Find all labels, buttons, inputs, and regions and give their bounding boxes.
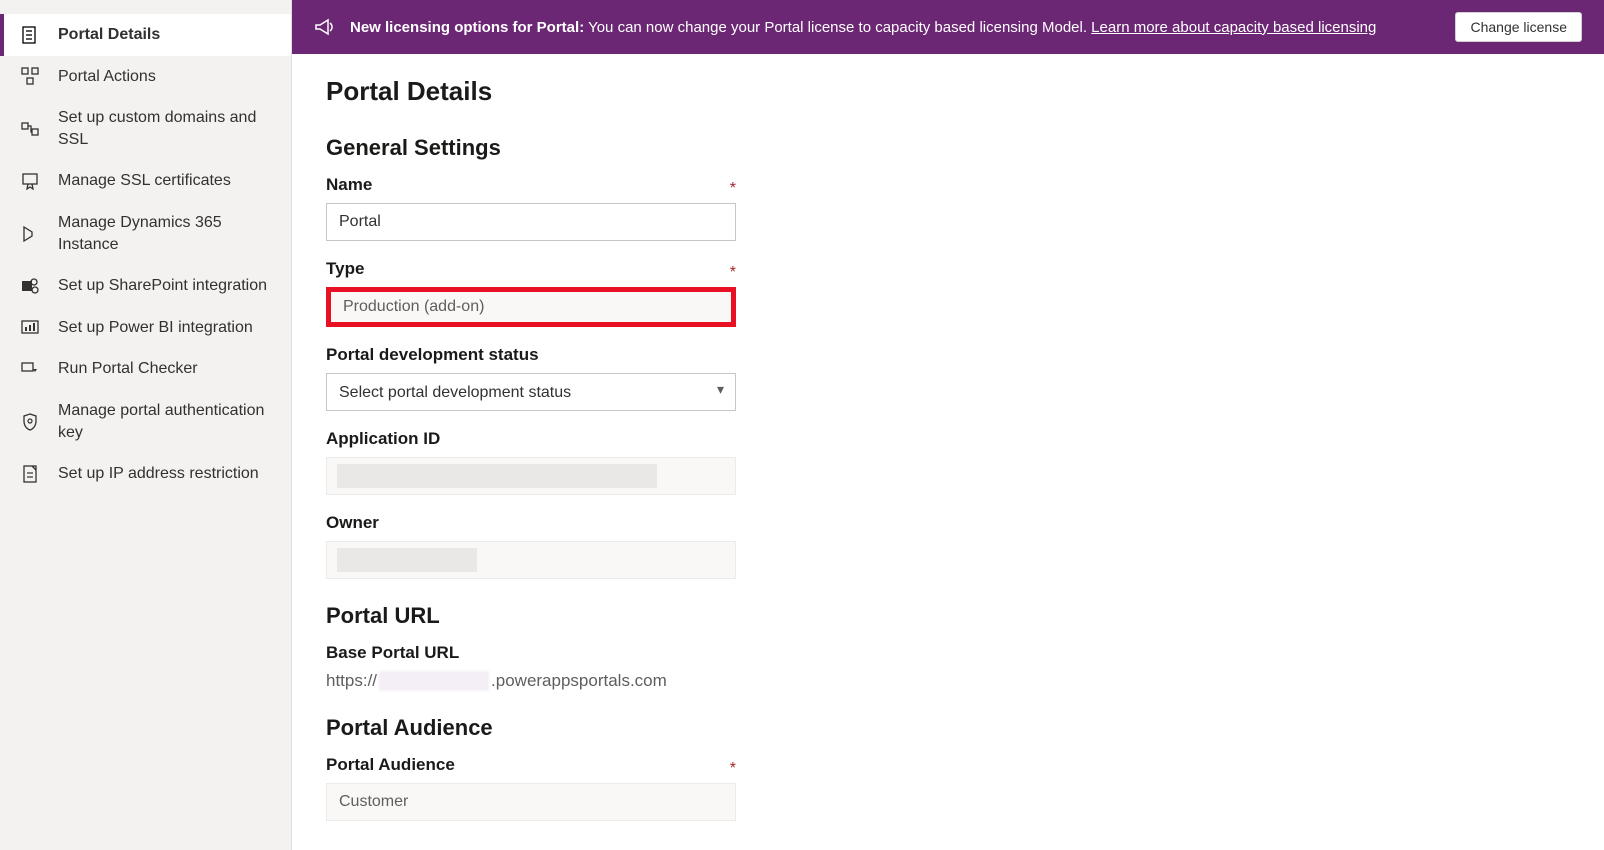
audience-value: Customer [339, 793, 408, 811]
shield-icon [20, 412, 40, 432]
sidebar-item-label: Run Portal Checker [58, 358, 198, 380]
sidebar-item-sharepoint[interactable]: Set up SharePoint integration [0, 265, 291, 307]
field-baseurl: Base Portal URL https:// .powerappsportal… [326, 643, 1570, 691]
required-asterisk: * [730, 180, 736, 198]
banner-message: New licensing options for Portal: You ca… [350, 19, 1439, 36]
sidebar-item-label: Set up custom domains and SSL [58, 107, 277, 150]
dev-status-label: Portal development status [326, 345, 1570, 365]
sidebar-item-ip-restriction[interactable]: Set up IP address restriction [0, 453, 291, 495]
appid-label: Application ID [326, 429, 1570, 449]
type-value-box: Production (add-on) [326, 287, 736, 327]
banner-text: You can now change your Portal license t… [584, 19, 1091, 36]
field-name: Name * [326, 175, 1570, 241]
sidebar-item-dynamics-instance[interactable]: Manage Dynamics 365 Instance [0, 202, 291, 265]
sidebar-item-label: Portal Details [58, 24, 160, 46]
sidebar-item-label: Portal Actions [58, 66, 156, 88]
baseurl-label: Base Portal URL [326, 643, 1570, 663]
sidebar-item-portal-details[interactable]: Portal Details [0, 14, 291, 56]
sidebar-item-powerbi[interactable]: Set up Power BI integration [0, 307, 291, 349]
name-input[interactable] [326, 203, 736, 241]
name-label: Name [326, 175, 372, 195]
audience-value-box: Customer [326, 783, 736, 821]
domains-icon [20, 119, 40, 139]
required-asterisk: * [730, 760, 736, 778]
owner-label: Owner [326, 513, 1570, 533]
sidebar-item-label: Manage Dynamics 365 Instance [58, 212, 277, 255]
type-value: Production (add-on) [343, 298, 484, 316]
sidebar-item-label: Set up Power BI integration [58, 317, 253, 339]
banner-prefix: New licensing options for Portal: [350, 19, 584, 36]
baseurl-prefix: https:// [326, 671, 377, 691]
document-icon [20, 25, 40, 45]
field-audience: Portal Audience * Customer [326, 755, 1570, 821]
checker-icon [20, 359, 40, 379]
license-banner: New licensing options for Portal: You ca… [292, 0, 1604, 54]
sharepoint-icon [20, 276, 40, 296]
sidebar-item-ssl-certs[interactable]: Manage SSL certificates [0, 160, 291, 202]
sidebar-item-portal-actions[interactable]: Portal Actions [0, 56, 291, 98]
actions-icon [20, 66, 40, 86]
field-type: Type * Production (add-on) [326, 259, 1570, 327]
baseurl-redacted [379, 671, 489, 691]
content-scroll[interactable]: Portal Details General Settings Name * Ty… [292, 54, 1604, 850]
dynamics-icon [20, 224, 40, 244]
section-portal-url: Portal URL [326, 603, 1570, 629]
main-area: New licensing options for Portal: You ca… [292, 0, 1604, 850]
field-dev-status: Portal development status Select portal … [326, 345, 1570, 411]
audience-label: Portal Audience [326, 755, 455, 775]
sidebar-item-portal-checker[interactable]: Run Portal Checker [0, 348, 291, 390]
section-portal-audience: Portal Audience [326, 715, 1570, 741]
sidebar: Portal Details Portal Actions Set up cus… [0, 0, 292, 850]
cert-icon [20, 171, 40, 191]
required-asterisk: * [730, 264, 736, 282]
ip-icon [20, 464, 40, 484]
sidebar-item-label: Manage portal authentication key [58, 400, 277, 443]
sidebar-item-custom-domains[interactable]: Set up custom domains and SSL [0, 97, 291, 160]
section-general-settings: General Settings [326, 135, 1570, 161]
baseurl-value: https:// .powerappsportals.com [326, 671, 1570, 691]
appid-value-box [326, 457, 736, 495]
page-title: Portal Details [326, 76, 1570, 107]
field-appid: Application ID [326, 429, 1570, 495]
megaphone-icon [314, 17, 336, 37]
sidebar-item-label: Manage SSL certificates [58, 170, 231, 192]
sidebar-item-label: Set up IP address restriction [58, 463, 259, 485]
change-license-button[interactable]: Change license [1455, 12, 1582, 42]
banner-link[interactable]: Learn more about capacity based licensin… [1091, 19, 1376, 36]
sidebar-item-label: Set up SharePoint integration [58, 275, 267, 297]
type-label: Type [326, 259, 364, 279]
baseurl-suffix: .powerappsportals.com [491, 671, 667, 691]
powerbi-icon [20, 318, 40, 338]
sidebar-item-auth-key[interactable]: Manage portal authentication key [0, 390, 291, 453]
owner-value-box [326, 541, 736, 579]
field-owner: Owner [326, 513, 1570, 579]
dev-status-select[interactable]: Select portal development status [326, 373, 736, 411]
